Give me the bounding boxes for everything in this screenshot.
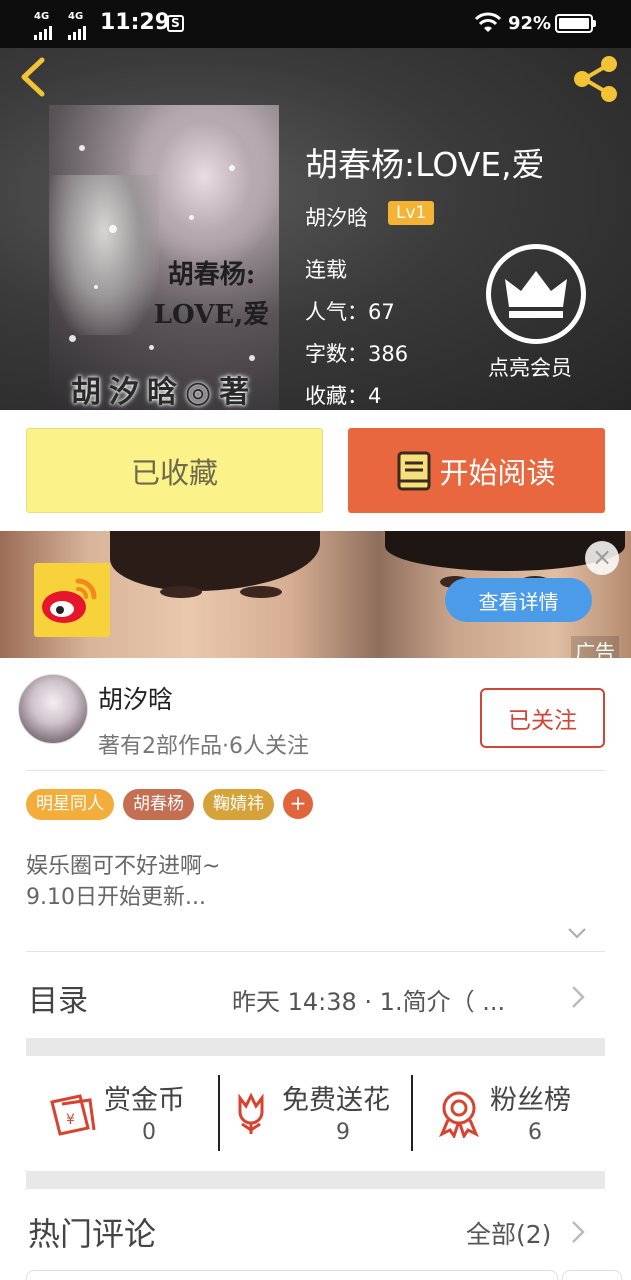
fan-ranking-item[interactable]: 粉丝榜 6 <box>438 1078 598 1158</box>
author-stats: 著有2部作品·6人关注 <box>98 734 309 759</box>
fan-ranking-count: 6 <box>528 1120 542 1145</box>
action-bar: 已收藏 开始阅读 <box>0 410 631 531</box>
svg-text:¥: ¥ <box>66 1112 75 1128</box>
chevron-right-icon[interactable] <box>570 984 586 1010</box>
author-card: 胡汐晗 著有2部作品·6人关注 已关注 明星同人 胡春杨 鞠婧祎 + 娱乐圈可不… <box>0 658 631 1280</box>
medal-icon <box>439 1091 479 1138</box>
follow-button[interactable]: 已关注 <box>480 688 605 748</box>
cover-figure-boy <box>49 175 159 335</box>
start-reading-label: 开始阅读 <box>439 455 556 490</box>
wifi-icon <box>474 12 502 32</box>
send-flower-label: 免费送花 <box>282 1085 390 1116</box>
collected-button[interactable]: 已收藏 <box>26 428 323 513</box>
comment-card-edge <box>562 1270 622 1280</box>
crown-icon[interactable] <box>486 244 586 344</box>
book-cover[interactable]: 胡春杨: LOVE,爱 胡汐晗◎著 <box>49 105 279 410</box>
book-title: 胡春杨:LOVE,爱 <box>305 145 545 184</box>
battery-icon <box>555 14 596 33</box>
popularity: 人气：67 <box>305 300 395 324</box>
toc-latest-chapter[interactable]: 昨天 14:38 · 1.简介（ ... <box>232 982 505 1017</box>
reward-coin-item[interactable]: ¥ 赏金币 0 <box>48 1078 208 1158</box>
ad-detail-button[interactable]: 查看详情 <box>445 578 592 622</box>
author-name[interactable]: 胡汐晗 <box>305 202 368 232</box>
chevron-down-icon[interactable] <box>566 926 588 940</box>
network-type-1: 4G <box>34 11 50 22</box>
send-flower-item[interactable]: 免费送花 9 <box>232 1078 407 1158</box>
send-flower-count: 9 <box>336 1120 350 1145</box>
signal-icon-1 <box>34 22 52 40</box>
book-header: 胡春杨: LOVE,爱 胡汐晗◎著 胡春杨:LOVE,爱 胡汐晗 Lv1 连载 … <box>0 48 631 410</box>
level-badge: Lv1 <box>388 201 435 225</box>
signal-icon-2 <box>68 22 86 40</box>
collection-count: 收藏：4 <box>305 384 382 408</box>
cover-author: 胡汐晗◎著 <box>71 375 258 410</box>
fan-ranking-label: 粉丝榜 <box>490 1085 571 1116</box>
flower-icon <box>238 1092 264 1134</box>
ad-banner[interactable]: 查看详情 <box>0 531 631 658</box>
network-type-2: 4G <box>68 11 84 22</box>
clock: 11:29 <box>100 10 171 35</box>
collected-label: 已收藏 <box>130 455 218 490</box>
vip-label[interactable]: 点亮会员 <box>488 352 572 382</box>
cover-title: 胡春杨: LOVE,爱 <box>153 260 270 330</box>
reward-coin-label: 赏金币 <box>104 1085 185 1116</box>
weibo-logo-icon <box>34 563 110 637</box>
card-author-name[interactable]: 胡汐晗 <box>98 680 173 716</box>
reward-coin-count: 0 <box>142 1120 156 1145</box>
status-bar: 4G 4G 11:29 S 92% <box>0 0 631 48</box>
chevron-right-icon[interactable] <box>570 1219 586 1245</box>
add-tag-button[interactable]: + <box>283 789 313 819</box>
comment-card-edge <box>26 1270 558 1280</box>
word-count: 字数：386 <box>305 342 409 366</box>
book-icon <box>397 451 431 490</box>
start-reading-button[interactable]: 开始阅读 <box>348 428 605 513</box>
tag-item[interactable]: 胡春杨 <box>123 789 194 820</box>
toc-label[interactable]: 目录 <box>28 976 88 1020</box>
app-notification-icon: S <box>167 15 184 32</box>
hot-comments-title: 热门评论 <box>28 1215 157 1253</box>
book-intro: 娱乐圈可不好进啊~ 9.10日开始更新... <box>26 854 221 910</box>
tag-list: 明星同人 胡春杨 鞠婧祎 + <box>26 789 313 820</box>
tag-item[interactable]: 鞠婧祎 <box>203 789 274 820</box>
share-icon[interactable] <box>570 54 622 104</box>
reward-coin-icon: ¥ <box>50 1094 96 1136</box>
all-comments-link[interactable]: 全部(2) <box>466 1215 551 1251</box>
ad-close-icon[interactable]: × <box>585 541 619 575</box>
avatar[interactable] <box>18 674 88 744</box>
tag-item[interactable]: 明星同人 <box>26 789 114 820</box>
serial-status: 连载 <box>305 258 347 282</box>
battery-percent: 92% <box>508 13 552 34</box>
back-icon[interactable] <box>14 54 54 100</box>
